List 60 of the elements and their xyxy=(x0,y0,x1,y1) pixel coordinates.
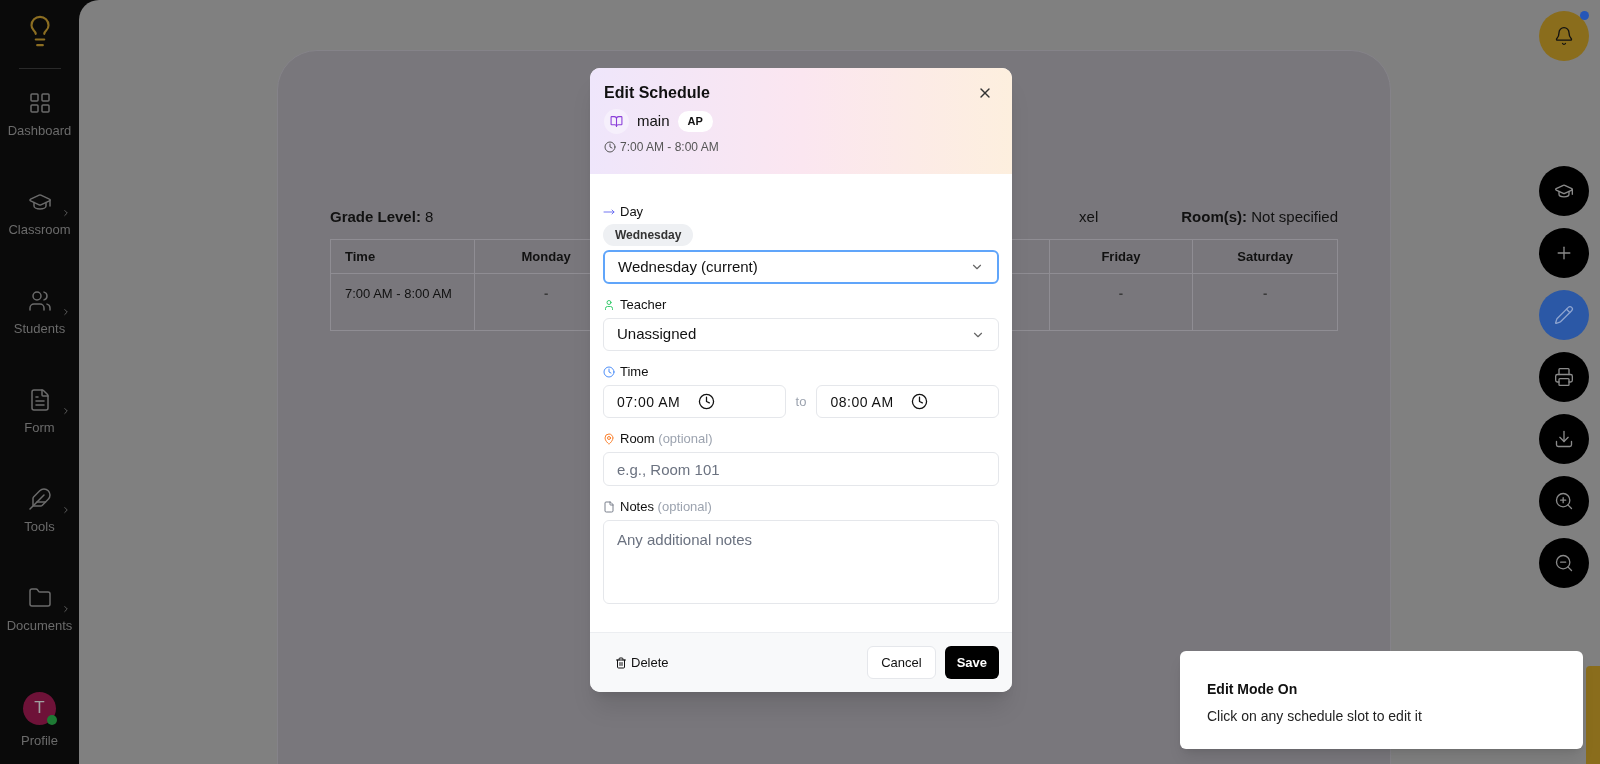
field-label: Notes (optional) xyxy=(620,498,712,517)
folder-icon xyxy=(27,586,52,610)
subject-name: main xyxy=(637,111,670,132)
sidebar-item[interactable]: Form xyxy=(0,388,79,436)
sidebar-item[interactable]: Students xyxy=(0,289,79,337)
column-header: Saturday xyxy=(1237,247,1293,266)
field-label: Time xyxy=(620,363,649,382)
toast-message: Click on any schedule slot to edit it xyxy=(1207,707,1423,726)
to-label: to xyxy=(795,392,807,411)
info-text: Grade Level: 8 xyxy=(330,208,434,225)
toast-title: Edit Mode On xyxy=(1207,680,1299,699)
column-header: Time xyxy=(345,247,376,266)
book-icon xyxy=(610,115,623,128)
table-cell-text: 7:00 AM - 8:00 AM xyxy=(345,285,452,303)
end-time-field[interactable]: 08:00 AM xyxy=(816,385,999,418)
pencil-icon xyxy=(1554,305,1574,325)
clock-icon xyxy=(698,393,715,410)
field-label: Room (optional) xyxy=(620,430,713,449)
table-cell-text: - xyxy=(543,285,549,303)
start-time-field[interactable]: 07:00 AM xyxy=(603,385,786,418)
table-cell-text: - xyxy=(1262,285,1268,303)
info-text: xel xyxy=(1079,206,1099,227)
printer-icon xyxy=(1554,367,1574,387)
day-chip: Wednesday xyxy=(603,224,694,246)
file-icon xyxy=(603,501,615,513)
person-icon xyxy=(603,299,615,311)
zoom-out-icon xyxy=(1554,553,1574,573)
field-label: Teacher xyxy=(620,296,667,315)
feather-icon xyxy=(27,487,52,511)
field-label: Day xyxy=(620,203,644,222)
download-icon xyxy=(1554,429,1574,449)
save-button[interactable]: Save xyxy=(944,646,999,679)
zoom-in-icon xyxy=(1554,491,1574,511)
map-pin-icon xyxy=(603,433,615,445)
clock-icon xyxy=(604,141,616,153)
users-icon xyxy=(27,289,52,313)
room-field[interactable]: e.g., Room 101 xyxy=(603,452,999,486)
avatar[interactable]: T xyxy=(23,691,56,725)
trash-icon xyxy=(615,656,627,669)
profile-label[interactable]: Profile xyxy=(21,730,58,750)
subject-badge: AP xyxy=(677,111,713,132)
delete-button[interactable]: Delete xyxy=(603,646,681,679)
slot-time: 7:00 AM - 8:00 AM xyxy=(620,139,719,156)
bell-icon xyxy=(1554,26,1574,46)
day-select[interactable]: Wednesday (current) xyxy=(603,250,999,284)
cancel-button[interactable]: Cancel xyxy=(867,646,936,679)
dialog-title: Edit Schedule xyxy=(604,83,710,103)
clock-icon xyxy=(911,393,929,410)
info-text: Room(s): Not specified xyxy=(1181,208,1338,225)
table-cell-text: - xyxy=(1118,285,1124,303)
teacher-select[interactable]: Unassigned xyxy=(603,318,999,351)
column-header: Monday xyxy=(521,247,571,266)
grid-icon xyxy=(27,91,52,115)
clock-icon xyxy=(603,366,615,378)
notes-field[interactable]: Any additional notes xyxy=(603,520,999,604)
column-header: Friday xyxy=(1101,247,1141,266)
sidebar-item[interactable]: Documents xyxy=(0,586,79,634)
sidebar-item[interactable]: Classroom xyxy=(0,190,79,238)
sidebar-item[interactable]: Tools xyxy=(0,487,79,535)
sidebar-item[interactable]: Dashboard xyxy=(0,91,79,139)
